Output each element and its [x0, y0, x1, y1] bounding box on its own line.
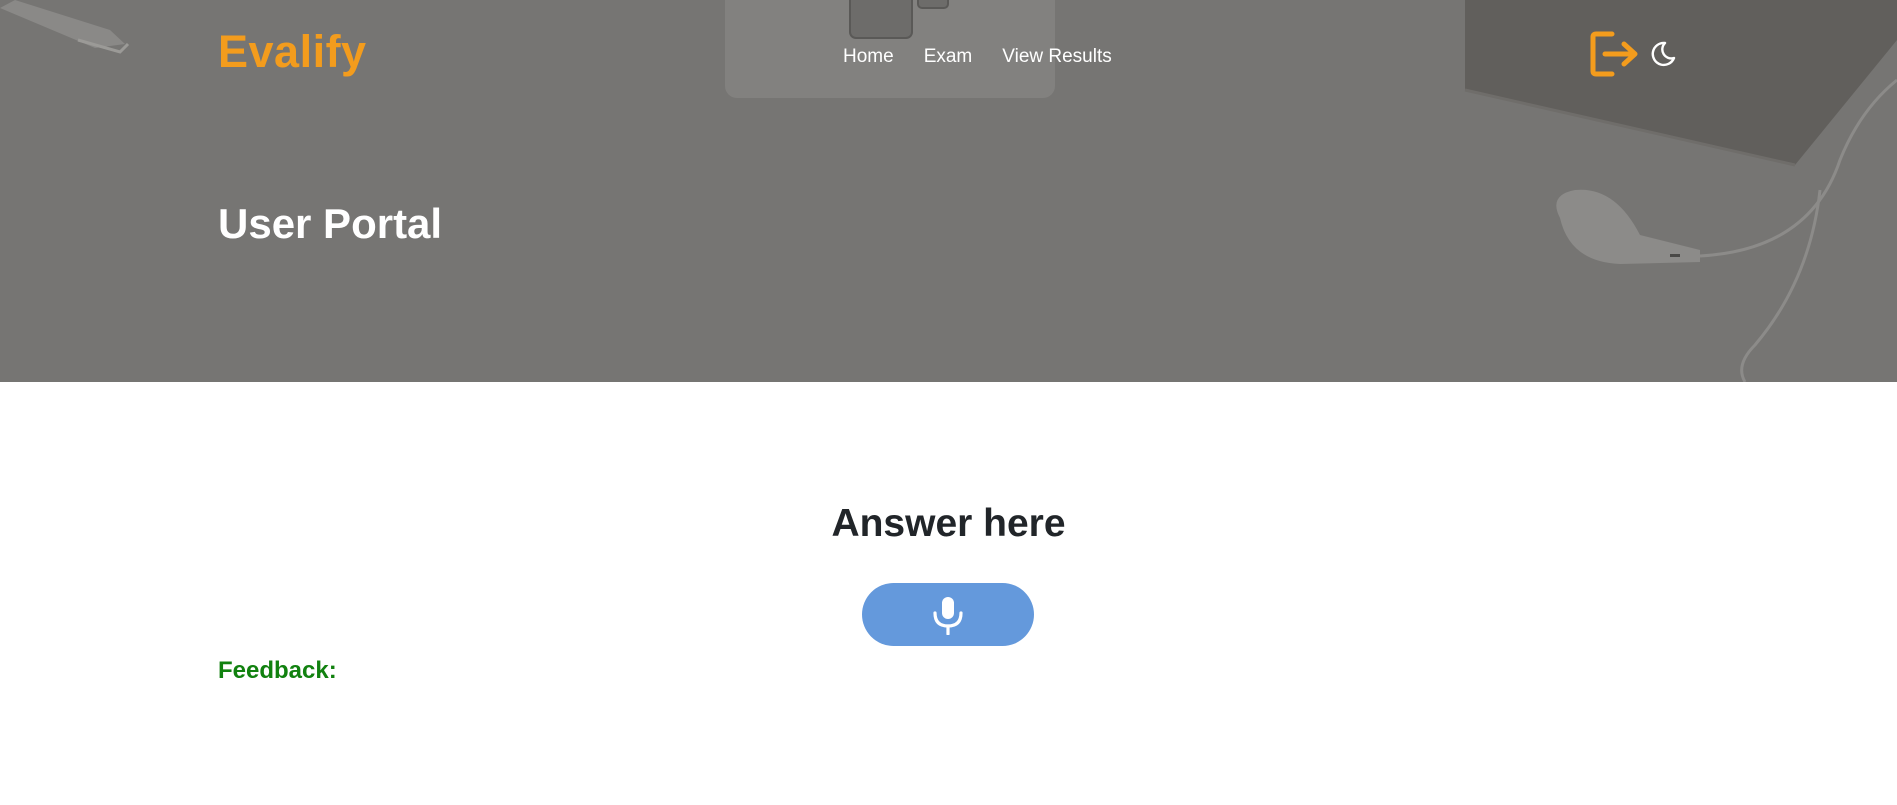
- top-navbar: Evalify Home Exam View Results: [0, 0, 1897, 116]
- nav-item-exam[interactable]: Exam: [924, 46, 973, 68]
- feedback-label: Feedback:: [218, 657, 337, 684]
- logout-button[interactable]: [1590, 30, 1640, 78]
- microphone-icon: [933, 596, 963, 635]
- moon-icon: [1651, 41, 1676, 67]
- page-title: User Portal: [218, 200, 443, 247]
- theme-toggle-button[interactable]: [1649, 40, 1677, 68]
- nav-menu: Home Exam View Results: [843, 46, 1112, 68]
- nav-item-home[interactable]: Home: [843, 46, 894, 68]
- record-answer-button[interactable]: [862, 583, 1034, 646]
- nav-item-view-results[interactable]: View Results: [1002, 46, 1111, 68]
- answer-heading: Answer here: [831, 502, 1066, 545]
- logout-icon: [1590, 31, 1638, 77]
- hero-banner: Evalify Home Exam View Results User Port…: [0, 0, 1897, 382]
- brand-logo[interactable]: Evalify: [218, 26, 367, 78]
